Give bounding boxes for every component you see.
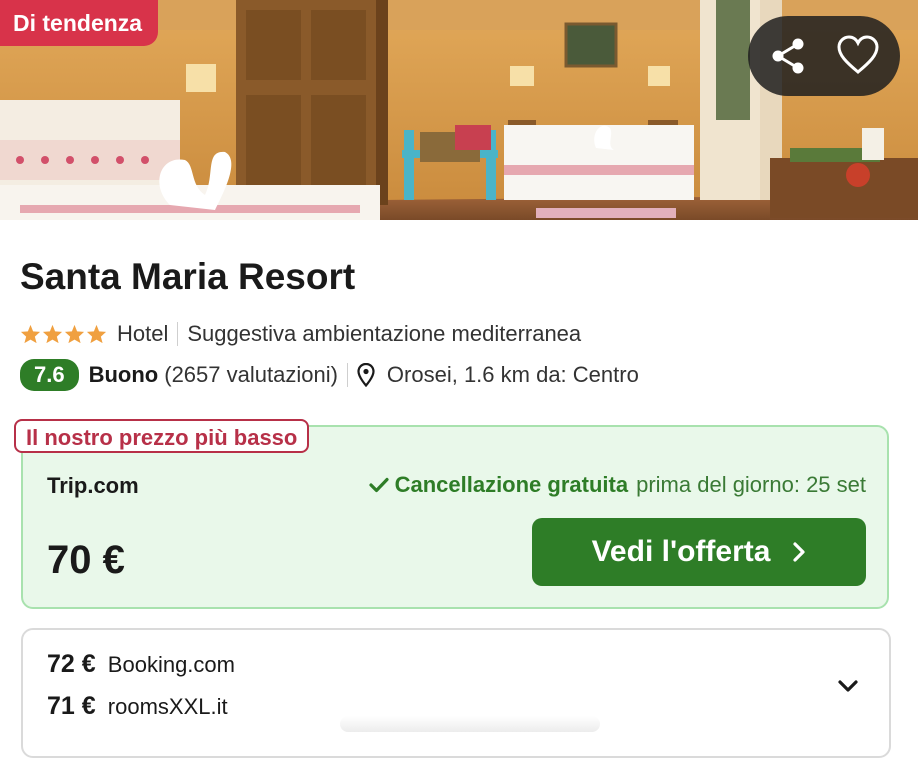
location-pin-icon [357,363,375,387]
star-icon [64,324,85,344]
star-rating [20,324,107,344]
checkmark-icon [368,477,389,493]
chevron-right-icon [793,542,806,562]
heart-icon[interactable] [836,34,880,78]
other-offer-provider: Booking.com [107,652,235,677]
other-offer-provider: roomsXXL.it [107,694,228,719]
star-icon [20,324,41,344]
hotel-tagline: Suggestiva ambientazione mediterranea [187,321,582,346]
star-icon [42,324,63,344]
view-offer-label: Vedi l'offerta [591,535,771,568]
scroll-shadow [340,716,600,732]
trending-badge: Di tendenza [0,0,159,46]
lowest-price-badge: Il nostro prezzo più basso [14,419,310,453]
other-offer-row[interactable]: 72 € Booking.com [47,650,235,679]
rating-label: Buono [88,362,159,387]
other-offer-price: 72 € [47,650,96,678]
other-offer-price: 71 € [47,692,96,720]
chevron-down-icon[interactable] [836,676,860,696]
cancellation-label: Cancellazione gratuita [394,472,629,497]
divider [346,363,348,387]
review-count[interactable]: (2657 valutazioni) [164,362,338,388]
star-icon [86,324,107,344]
hotel-type: Hotel [117,321,169,346]
offer-provider: Trip.com [47,473,139,498]
photo-actions [748,16,900,96]
free-cancellation: Cancellazione gratuita prima del giorno:… [368,472,866,498]
hotel-name[interactable]: Santa Maria Resort [20,256,355,298]
offer-price: 70 € [47,538,125,582]
other-offer-row[interactable]: 71 € roomsXXL.it [47,692,228,721]
cancellation-deadline: prima del giorno: 25 set [636,472,866,497]
share-icon[interactable] [766,34,810,78]
divider [177,322,179,346]
hotel-photo[interactable]: Di tendenza [0,0,918,220]
hotel-summary: Hotel Suggestiva ambientazione mediterra… [20,320,581,348]
view-offer-button[interactable]: Vedi l'offerta [532,518,866,586]
location-text[interactable]: Orosei, 1.6 km da: Centro [387,362,639,388]
rating-score-badge: 7.6 [20,359,79,391]
rating-location: 7.6 Buono (2657 valutazioni) Orosei, 1.6… [20,359,639,391]
